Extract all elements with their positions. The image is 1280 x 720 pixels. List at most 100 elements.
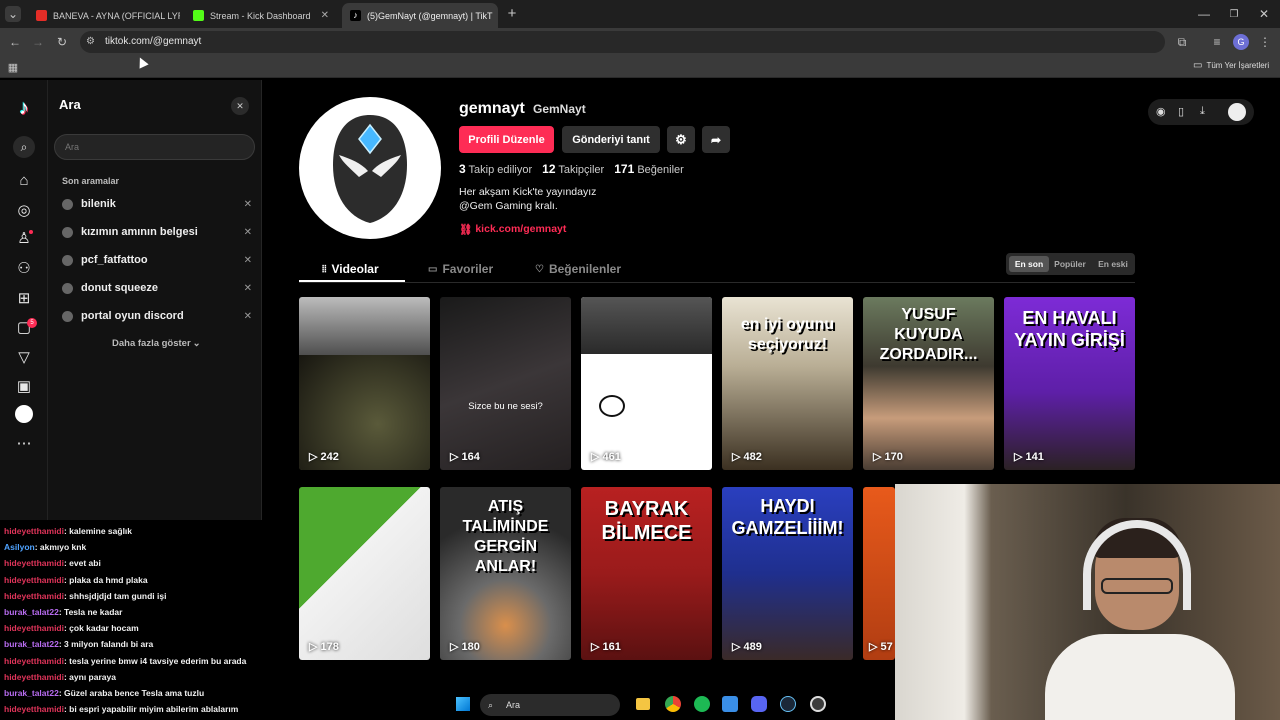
tab-videos[interactable]: ⦙⦙ Videolar [322, 257, 379, 281]
steam-icon[interactable] [780, 696, 796, 712]
tab-title: (5)GemNayt (@gemnayt) | TikT [367, 10, 493, 21]
maximize-icon[interactable]: ❐ [1226, 6, 1242, 22]
friends-icon[interactable]: ⚇ [14, 258, 34, 278]
all-bookmarks-folder[interactable]: ▭ Tüm Yer İşaretleri [1193, 60, 1269, 71]
stat-following[interactable]: 3 Takip ediliyor [459, 162, 532, 176]
store-icon[interactable] [722, 696, 738, 712]
chat-message: burak_talat22: Güzel araba bence Tesla a… [4, 688, 204, 698]
video-tile[interactable]: en iyi oyunu seçiyoruz! ▷ 482 [722, 297, 853, 470]
spotify-icon[interactable] [694, 696, 710, 712]
more-icon[interactable]: ⋯ [14, 433, 34, 453]
profile-display-name: GemNayt [533, 102, 586, 116]
close-window-icon[interactable]: ✕ [1256, 6, 1272, 22]
profile-avatar-icon[interactable]: G [1233, 34, 1249, 50]
browser-tab-active[interactable]: ♪ (5)GemNayt (@gemnayt) | TikT ✕ [342, 3, 498, 28]
tiktok-logo-icon[interactable]: ♪ [14, 97, 34, 119]
reading-list-icon[interactable]: ≡ [1209, 34, 1225, 50]
profile-avatar[interactable] [299, 97, 441, 239]
user-avatar-icon[interactable] [1228, 103, 1246, 121]
show-more-label: Daha fazla göster [112, 338, 191, 349]
tablet-icon[interactable]: ▯ [1178, 105, 1184, 118]
clock-icon [62, 198, 73, 210]
obs-icon[interactable] [810, 696, 826, 712]
chat-message: hideyetthamidi: kalemine sağlık [4, 526, 132, 536]
explore-compass-icon[interactable]: ◎ [14, 200, 34, 220]
remove-recent-icon[interactable]: ✕ [244, 227, 252, 238]
stat-likes-value: 171 [614, 162, 635, 176]
close-search-panel-icon[interactable]: ✕ [231, 97, 249, 115]
remove-recent-icon[interactable]: ✕ [244, 199, 252, 210]
recent-search-item[interactable]: donut squeeze ✕ [62, 278, 252, 298]
tab-favorites[interactable]: ▭ Favoriler [428, 257, 493, 281]
forward-icon[interactable]: → [30, 34, 46, 50]
remove-recent-icon[interactable]: ✕ [244, 283, 252, 294]
browser-tab[interactable]: BANEVA - AYNA (OFFICIAL LYRIC ✕ [28, 3, 180, 28]
file-explorer-icon[interactable] [636, 698, 650, 710]
sort-popular-button[interactable]: Popüler [1051, 256, 1089, 272]
video-tile[interactable]: ▷ 57 [863, 487, 895, 660]
extensions-icon[interactable]: ⧉ [1174, 34, 1190, 50]
menu-kebab-icon[interactable]: ⋮ [1257, 34, 1273, 50]
address-bar[interactable]: ⚙ tiktok.com/@gemnayt [80, 31, 1165, 53]
recent-search-item[interactable]: kızımın amının belgesi ✕ [62, 222, 252, 242]
clock-icon [62, 282, 73, 294]
windows-start-icon[interactable] [456, 697, 470, 711]
apps-grid-icon[interactable]: ▦ [5, 59, 21, 75]
search-panel-title: Ara [59, 97, 81, 112]
search-input[interactable] [54, 134, 255, 160]
chat-username: hideyetthamidi [4, 623, 64, 634]
live-icon[interactable]: ▣ [14, 376, 34, 396]
taskbar-search[interactable]: ⌕ Ara [480, 694, 620, 716]
tab-list-chevron-icon[interactable]: ⌄ [5, 6, 21, 22]
video-tile[interactable]: ATIŞ TALİMİNDE GERGİN ANLAR! ▷ 180 [440, 487, 571, 660]
show-more-button[interactable]: Daha fazla göster ⌄ [112, 338, 201, 349]
promote-post-button[interactable]: Gönderiyi tanıt [562, 126, 660, 153]
chrome-icon[interactable] [665, 696, 681, 712]
view-count-value: 170 [884, 450, 903, 463]
video-tile[interactable]: ▷ 242 [299, 297, 430, 470]
video-tile[interactable]: ▷ 178 [299, 487, 430, 660]
video-tile[interactable]: BAYRAK BİLMECE ▷ 161 [581, 487, 712, 660]
recent-search-item[interactable]: pcf_fatfattoo ✕ [62, 250, 252, 270]
recent-search-item[interactable]: bilenik ✕ [62, 194, 252, 214]
remove-recent-icon[interactable]: ✕ [244, 311, 252, 322]
video-tile[interactable]: ▷ 461 [581, 297, 712, 470]
chat-username: burak_talat22 [4, 688, 59, 698]
coin-icon[interactable]: ◉ [1156, 105, 1166, 118]
video-tile[interactable]: HAYDI GAMZELİİİM! ▷ 489 [722, 487, 853, 660]
new-tab-button[interactable]: + [504, 5, 520, 22]
profile-avatar-icon[interactable] [15, 405, 33, 423]
youtube-favicon-icon [36, 10, 47, 21]
settings-gear-icon[interactable]: ⚙ [667, 126, 695, 153]
tab-liked[interactable]: ♡ Beğenilenler [535, 257, 621, 281]
download-icon[interactable]: ⤓ [1200, 105, 1205, 118]
site-info-icon[interactable]: ⚙ [86, 31, 95, 53]
chat-username: hideyetthamidi [4, 671, 64, 682]
video-tile[interactable]: EN HAVALI YAYIN GİRİŞİ ▷ 141 [1004, 297, 1135, 470]
discord-icon[interactable] [751, 696, 767, 712]
profile-link[interactable]: ⛓ kick.com/gemnayt [459, 223, 566, 236]
home-icon[interactable]: ⌂ [14, 170, 34, 190]
search-icon[interactable]: ⌕ [13, 136, 35, 158]
close-tab-icon[interactable]: ✕ [321, 10, 329, 21]
minimize-icon[interactable]: — [1196, 6, 1212, 22]
sort-latest-button[interactable]: En son [1009, 256, 1049, 272]
upload-icon[interactable]: ⊞ [14, 288, 34, 308]
video-tile[interactable]: Sizce bu ne sesi? ▷ 164 [440, 297, 571, 470]
remove-recent-icon[interactable]: ✕ [244, 255, 252, 266]
video-tile[interactable]: YUSUF KUYUDA ZORDADIR... ▷ 170 [863, 297, 994, 470]
stat-followers[interactable]: 12 Takipçiler [542, 162, 604, 176]
chat-text: : akmıyo knk [34, 542, 87, 553]
following-dot-badge [29, 230, 33, 234]
activity-icon[interactable]: ▽ [14, 347, 34, 367]
view-count: ▷ 461 [591, 450, 621, 464]
reload-icon[interactable]: ↻ [54, 34, 70, 50]
back-icon[interactable]: ← [7, 34, 23, 50]
browser-tab[interactable]: Stream - Kick Dashboard ✕ [185, 3, 337, 28]
chat-message: burak_talat22: Tesla ne kadar [4, 607, 122, 617]
sort-oldest-button[interactable]: En eski [1094, 256, 1132, 272]
share-icon[interactable]: ➦ [702, 126, 730, 153]
view-count-value: 57 [880, 640, 893, 653]
edit-profile-button[interactable]: Profili Düzenle [459, 126, 554, 153]
recent-search-item[interactable]: portal oyun discord ✕ [62, 306, 252, 326]
